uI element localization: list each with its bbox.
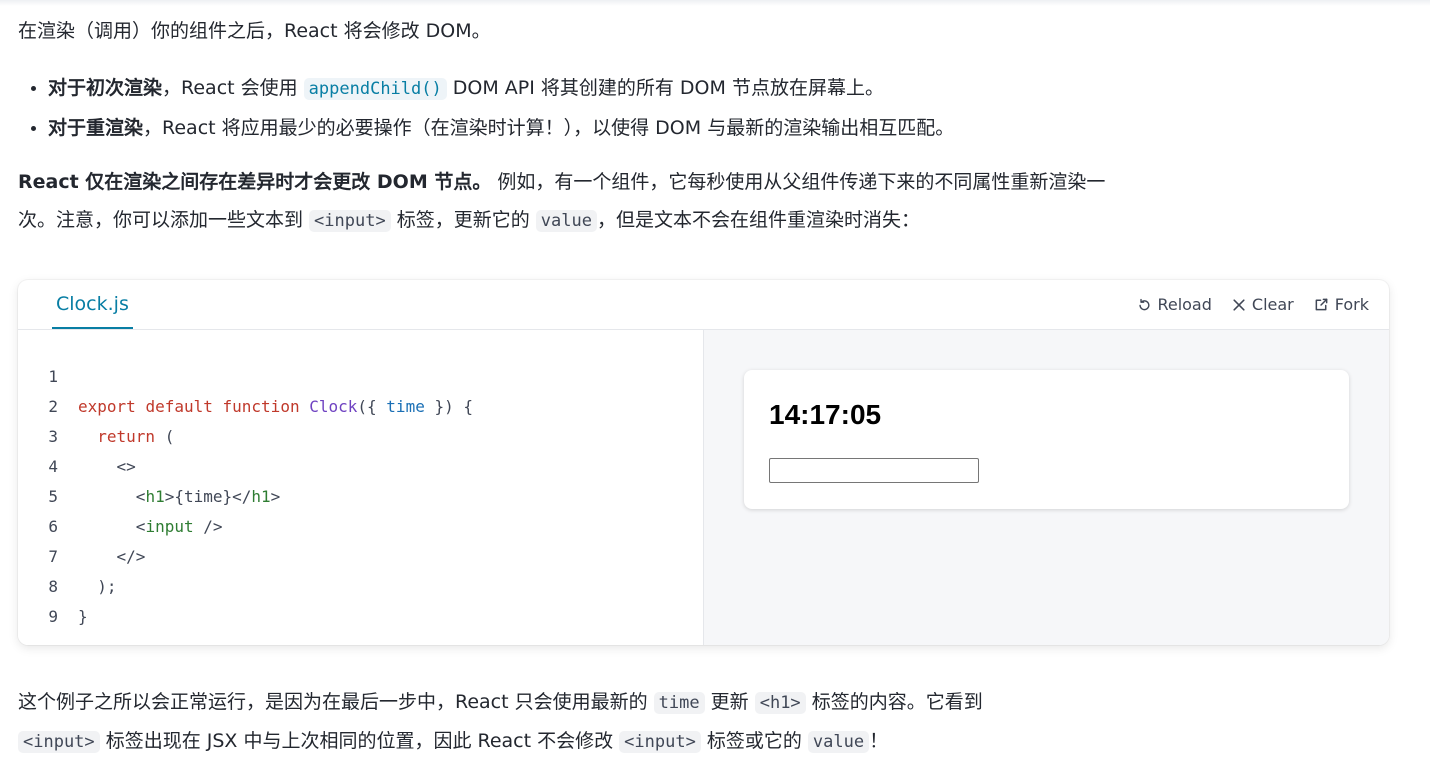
bullet-text: DOM API 将其创建的所有 DOM 节点放在屏幕上。 <box>446 77 884 99</box>
parameter: time <box>386 397 425 416</box>
paragraph-text: ，但是文本不会在组件重渲染时消失： <box>596 209 920 231</box>
line-number: 9 <box>48 607 58 626</box>
appendchild-code-link[interactable]: appendChild() <box>303 78 447 100</box>
bullet-rerender: 对于重渲染，React 将应用最少的必要操作（在渲染时计算！），以使得 DOM … <box>48 109 954 148</box>
sandbox-header: Clock.js Reload Clear Fork <box>18 280 1389 330</box>
code-line: 6 </> <box>18 482 145 566</box>
inline-code: <input> <box>309 210 391 232</box>
external-link-icon <box>1314 297 1329 312</box>
preview-card: 14:17:05 <box>744 370 1349 509</box>
punctuation: } <box>78 607 88 626</box>
code-text: <> <box>78 452 136 482</box>
intro-text: 在渲染（调用）你的组件之后，React 将会修改 DOM。 <box>18 20 491 42</box>
code-text: export default function Clock({ time }) … <box>78 392 473 422</box>
code-text: <input /> <box>78 512 223 542</box>
inline-code: <input> <box>619 731 701 753</box>
reload-label: Reload <box>1157 295 1212 314</box>
paragraph-text: 这个例子之所以会正常运行，是因为在最后一步中，React 只会使用最新的 <box>18 691 654 713</box>
tag-name: h1 <box>145 487 165 506</box>
punctuation: >{time}</ <box>164 487 252 506</box>
paragraph-text: 标签的内容。它看到 <box>805 691 983 713</box>
code-line: 3 <> <box>18 392 135 476</box>
punctuation: ( <box>155 427 175 446</box>
code-text: } <box>78 602 88 632</box>
tag-name: input <box>145 517 194 536</box>
keyword: function <box>222 397 300 416</box>
inline-code: <input> <box>18 731 100 753</box>
code-line: 5 <input /> <box>18 452 222 536</box>
code-line: 1 export default function Clock({ time }… <box>18 332 473 416</box>
clear-label: Clear <box>1251 295 1294 314</box>
code-line: 9 <box>18 572 76 626</box>
code-editor[interactable]: 1 export default function Clock({ time }… <box>18 330 703 645</box>
fork-button[interactable]: Fork <box>1314 295 1369 314</box>
punctuation: < <box>135 487 146 506</box>
bullet-text: ，React 会使用 <box>162 77 304 99</box>
explanation-paragraph: 这个例子之所以会正常运行，是因为在最后一步中，React 只会使用最新的 tim… <box>18 683 1138 761</box>
punctuation: }) { <box>424 397 473 416</box>
render-bullets: 对于初次渲染，React 会使用 appendChild() DOM API 将… <box>18 69 954 148</box>
keyword: return <box>97 427 156 446</box>
code-text: </> <box>78 542 146 572</box>
paragraph-text: 标签或它的 <box>700 730 808 752</box>
clock-time: 14:17:05 <box>769 399 882 430</box>
punctuation: < <box>135 517 146 536</box>
inline-code: <h1> <box>754 692 806 714</box>
inline-code: value <box>807 731 870 753</box>
top-shadow <box>0 0 1430 6</box>
code-line: 7 ); <box>18 512 116 596</box>
punctuation: /> <box>193 517 223 536</box>
keyword: export <box>78 397 136 416</box>
punctuation: ); <box>97 577 117 596</box>
preview-text-input[interactable] <box>769 458 979 483</box>
preview-pane: 14:17:05 <box>703 330 1389 645</box>
bullet-initial-render: 对于初次渲染，React 会使用 appendChild() DOM API 将… <box>48 69 954 109</box>
keyword: default <box>145 397 213 416</box>
paragraph-text: 更新 <box>704 691 755 713</box>
reload-icon <box>1137 298 1151 312</box>
function-name: Clock <box>309 397 358 416</box>
paragraph-text: 标签出现在 JSX 中与上次相同的位置，因此 React 不会修改 <box>99 730 620 752</box>
close-icon <box>1232 298 1246 312</box>
code-line: 2 return ( <box>18 362 174 446</box>
intro-paragraph: 在渲染（调用）你的组件之后，React 将会修改 DOM。 <box>18 12 491 50</box>
paragraph-text: 标签，更新它的 <box>390 209 536 231</box>
code-line: 4 <h1>{time}</h1> <box>18 422 280 506</box>
punctuation: > <box>270 487 281 506</box>
clear-button[interactable]: Clear <box>1232 295 1294 314</box>
paragraph-text: ！ <box>869 730 889 752</box>
fragment-open: <> <box>116 457 136 476</box>
tab-clock-js[interactable]: Clock.js <box>52 280 133 329</box>
code-text: <h1>{time}</h1> <box>78 482 281 512</box>
code-line: 8 } <box>18 542 87 626</box>
bullet-bold: 对于重渲染 <box>48 117 144 139</box>
inline-code: time <box>653 692 705 714</box>
code-text: ); <box>78 572 117 602</box>
tag-name: h1 <box>251 487 271 506</box>
code-text: return ( <box>78 422 174 452</box>
punctuation: ({ <box>357 397 387 416</box>
reload-button[interactable]: Reload <box>1137 295 1212 314</box>
paragraph-bold: React 仅在渲染之间存在差异时才会更改 DOM 节点。 <box>18 171 492 193</box>
inline-code: value <box>535 210 597 232</box>
sandbox-actions: Reload Clear Fork <box>1137 280 1369 329</box>
bullet-bold: 对于初次渲染 <box>48 77 163 99</box>
bullet-text: ，React 将应用最少的必要操作（在渲染时计算！），以使得 DOM 与最新的渲… <box>143 117 955 139</box>
fork-label: Fork <box>1334 295 1369 314</box>
fragment-close: </> <box>116 547 146 566</box>
code-sandbox: Clock.js Reload Clear Fork 1 export defa… <box>18 280 1389 645</box>
dom-change-paragraph: React 仅在渲染之间存在差异时才会更改 DOM 节点。 例如，有一个组件，它… <box>18 163 1138 240</box>
